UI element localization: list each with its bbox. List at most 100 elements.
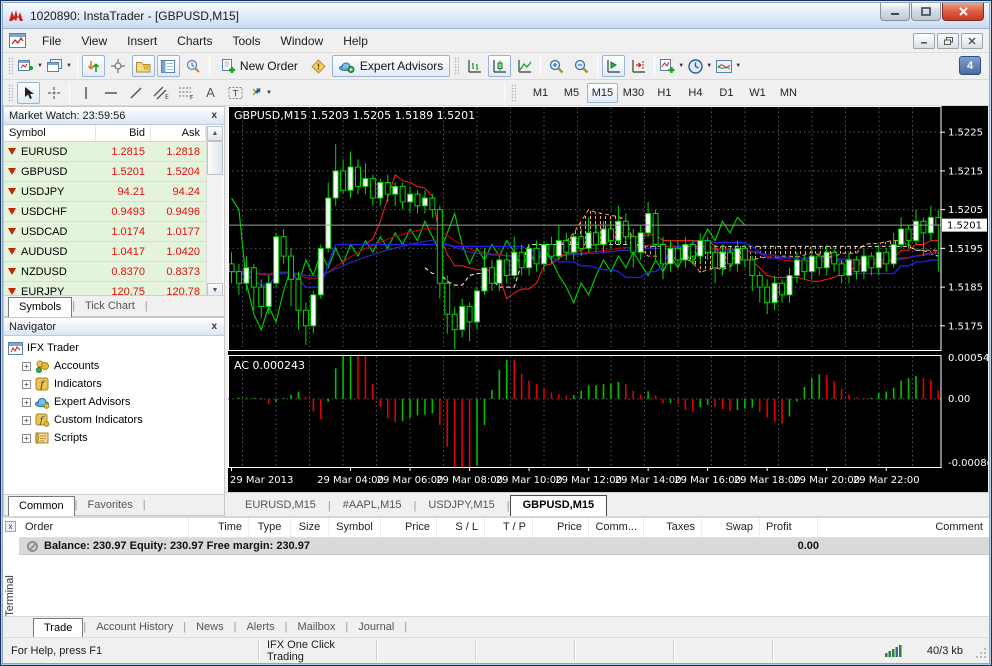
crosshair-tool-button[interactable] [42,82,65,104]
strategy-tester-button[interactable] [182,55,205,77]
navigator-root-item[interactable]: IFX Trader [8,339,224,357]
terminal-column-time[interactable]: Time [189,518,249,537]
chart-window-icon[interactable] [9,33,26,48]
terminal-tab-journal[interactable]: Journal [348,618,404,637]
zoom-out-button[interactable] [570,55,593,77]
terminal-column-comment[interactable]: Comment [818,518,989,537]
navigator-item-expert-advisors[interactable]: +Expert Advisors [8,393,224,411]
column-bid[interactable]: Bid [96,125,151,141]
chart-tab-gbpusd-m15[interactable]: GBPUSD,M15 [510,495,608,516]
menu-item-insert[interactable]: Insert [117,30,167,52]
periods-button[interactable]: ▼ [687,55,713,77]
menu-item-view[interactable]: View [71,30,117,52]
horizontal-line-tool-button[interactable] [99,82,122,104]
minimize-button[interactable] [880,3,910,21]
zoom-in-button[interactable] [545,55,568,77]
scroll-up-icon[interactable]: ▲ [207,126,223,141]
menu-item-charts[interactable]: Charts [167,30,222,52]
timeframe-button-mn[interactable]: MN [773,83,804,103]
mdi-restore-button[interactable] [937,33,959,49]
navigator-toggle-button[interactable] [132,55,155,77]
market-watch-row-audusd[interactable]: AUDUSD1.04171.0420 [4,242,206,262]
profiles-button[interactable]: ▼ [46,55,73,77]
navigator-close-icon[interactable]: x [209,321,219,332]
chart-tab-usdjpy-m15[interactable]: USDJPY,M15 [416,496,506,516]
vertical-line-tool-button[interactable] [74,82,97,104]
market-watch-scrollbar[interactable]: ▲ ▼ [206,126,222,298]
toolbar-drag-handle[interactable] [454,57,459,75]
mdi-minimize-button[interactable] [913,33,935,49]
chart-tab-eurusd-m15[interactable]: EURUSD,M15 [233,496,328,516]
terminal-tab-trade[interactable]: Trade [33,618,83,638]
one-click-trading-cell[interactable]: IFX One Click Trading [259,640,377,661]
terminal-column-profit[interactable]: Profit [760,518,818,537]
templates-button[interactable]: ▼ [715,55,742,77]
market-watch-titlebar[interactable]: Market Watch: 23:59:56 x [4,107,224,125]
scrollbar-thumb[interactable] [207,141,223,175]
resize-grip[interactable] [973,640,989,661]
terminal-column-taxes[interactable]: Taxes [644,518,702,537]
indicators-button[interactable]: ▼ [659,55,685,77]
market-watch-row-usdcad[interactable]: USDCAD1.01741.0177 [4,222,206,242]
terminal-tab-account-history[interactable]: Account History [86,618,183,637]
terminal-column-s-l[interactable]: S / L [437,518,485,537]
expand-plus-icon[interactable]: + [22,416,31,425]
price-chart[interactable]: 1.52251.52151.52051.51951.51851.51751.52… [228,106,988,492]
navigator-item-accounts[interactable]: +Accounts [8,357,224,375]
timeframe-button-h4[interactable]: H4 [680,83,711,103]
terminal-column-price[interactable]: Price [381,518,437,537]
timeframe-button-d1[interactable]: D1 [711,83,742,103]
text-label-tool-button[interactable]: T [224,82,247,104]
data-window-button[interactable] [107,55,130,77]
expert-advisors-button[interactable]: Expert Advisors [332,55,450,77]
menu-item-window[interactable]: Window [271,30,334,52]
arrows-tool-button[interactable]: ▼ [249,82,273,104]
navigator-item-scripts[interactable]: +Scripts [8,429,224,447]
toolbar-drag-handle[interactable] [8,57,13,75]
channel-tool-button[interactable]: E [149,82,172,104]
terminal-column-symbol[interactable]: Symbol [329,518,381,537]
terminal-tab-mailbox[interactable]: Mailbox [287,618,345,637]
maximize-button[interactable] [911,3,941,21]
navigator-item-custom-indicators[interactable]: +fCustom Indicators [8,411,224,429]
navigator-item-indicators[interactable]: +fIndicators [8,375,224,393]
trendline-tool-button[interactable] [124,82,147,104]
menu-item-tools[interactable]: Tools [223,30,271,52]
navigator-titlebar[interactable]: Navigator x [4,318,224,336]
cursor-tool-button[interactable] [17,82,40,104]
column-symbol[interactable]: Symbol [4,125,96,141]
timeframe-button-m1[interactable]: M1 [525,83,556,103]
mdi-close-button[interactable] [961,33,983,49]
tab-symbols[interactable]: Symbols [8,297,72,317]
terminal-column-order[interactable]: Order [19,518,189,537]
expand-plus-icon[interactable]: + [22,380,31,389]
terminal-column-price[interactable]: Price [533,518,589,537]
notifications-badge[interactable]: 4 [959,56,981,75]
market-watch-row-eurusd[interactable]: EURUSD1.28151.2818 [4,142,206,162]
auto-scroll-button[interactable] [602,55,625,77]
timeframe-button-w1[interactable]: W1 [742,83,773,103]
terminal-tab-news[interactable]: News [186,618,234,637]
chart-shift-button[interactable] [627,55,650,77]
menu-item-help[interactable]: Help [333,30,378,52]
line-chart-button[interactable] [513,55,536,77]
expand-plus-icon[interactable]: + [22,398,31,407]
timeframe-button-h1[interactable]: H1 [649,83,680,103]
terminal-column-swap[interactable]: Swap [702,518,760,537]
terminal-close-icon[interactable]: x [5,521,16,532]
expand-plus-icon[interactable]: + [22,434,31,443]
market-watch-row-gbpusd[interactable]: GBPUSD1.52011.5204 [4,162,206,182]
market-watch-row-nzdusd[interactable]: NZDUSD0.83700.8373 [4,262,206,282]
bar-chart-button[interactable] [463,55,486,77]
balance-row[interactable]: Balance: 230.97 Equity: 230.97 Free marg… [19,538,989,555]
alert-button[interactable]: ! [307,55,330,77]
terminal-tab-alerts[interactable]: Alerts [236,618,284,637]
chart-canvas[interactable]: 1.52251.52151.52051.51951.51851.51751.52… [228,106,988,492]
candlestick-chart-button[interactable] [488,55,511,77]
new-order-button[interactable]: New Order [214,55,305,77]
market-watch-close-icon[interactable]: x [209,110,219,121]
market-watch-toggle-button[interactable] [82,55,105,77]
tab-favorites[interactable]: Favorites [77,496,142,515]
terminal-toggle-button[interactable] [157,55,180,77]
toolbar-drag-handle[interactable] [8,84,13,102]
